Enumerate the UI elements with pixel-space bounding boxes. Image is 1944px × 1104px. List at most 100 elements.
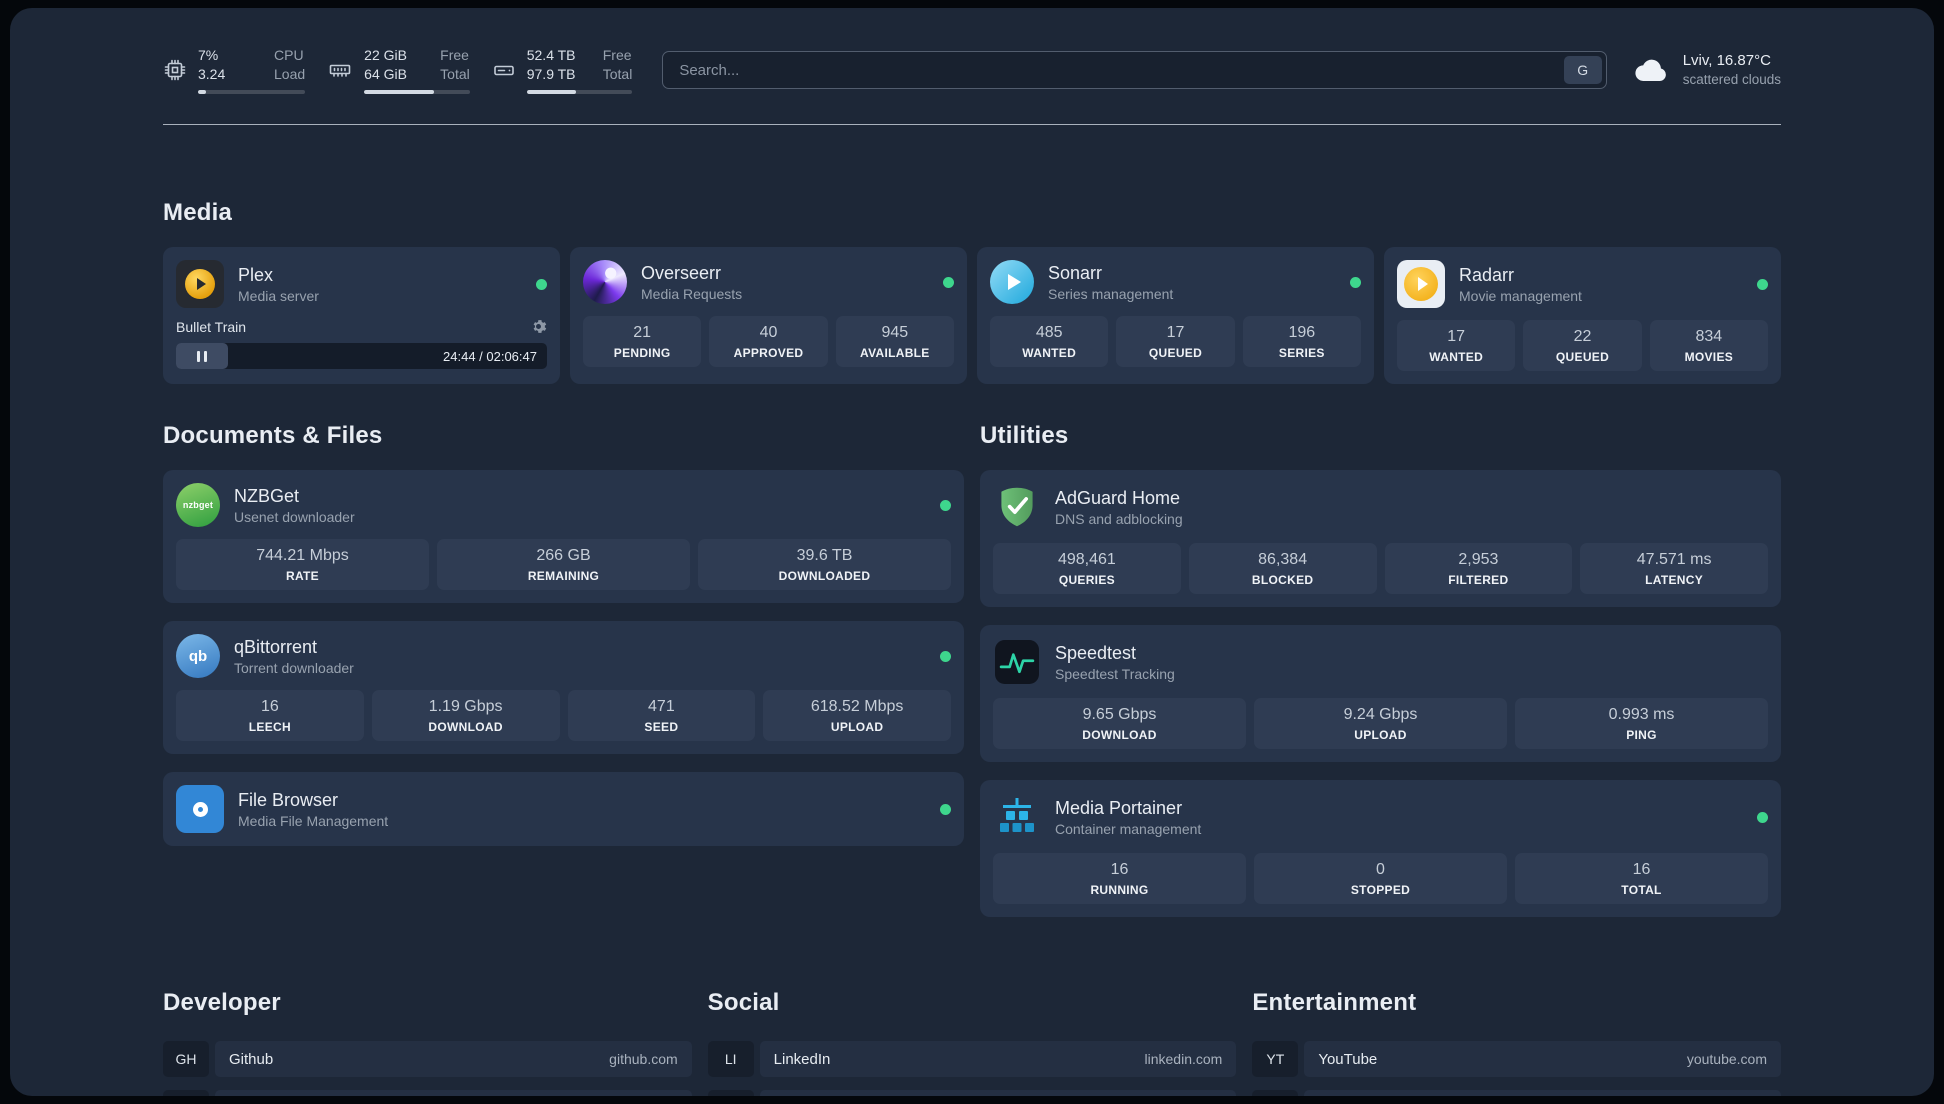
bookmark-url: linkedin.com bbox=[1144, 1051, 1223, 1067]
service-card-overseerr[interactable]: Overseerr Media Requests 21 PENDING 40 APPR… bbox=[570, 247, 967, 384]
disk-total-label: Total bbox=[602, 66, 633, 82]
stat-label: RATE bbox=[286, 569, 319, 583]
stat-label: SERIES bbox=[1278, 346, 1325, 360]
service-name: NZBGet bbox=[234, 486, 300, 506]
search-input[interactable] bbox=[662, 51, 1607, 89]
service-card-portainer[interactable]: Media Portainer Container management 16 R… bbox=[980, 780, 1781, 917]
stat-label: WANTED bbox=[1429, 350, 1484, 364]
stat-movies: 834 MOVIES bbox=[1649, 320, 1768, 371]
stat-upload: 9.24 Gbps UPLOAD bbox=[1254, 698, 1507, 749]
top-bar: 7% 3.24 CPU Load 22 GiB 64 GiB Free Tota… bbox=[163, 46, 1781, 94]
stat-value: 618.52 Mbps bbox=[810, 698, 904, 715]
stat-remaining: 266 GB REMAINING bbox=[437, 539, 690, 590]
stat-label: DOWNLOAD bbox=[428, 720, 503, 734]
stat-label: WANTED bbox=[1022, 346, 1077, 360]
bookmark-twitter[interactable]: TW Twittertwitter.com bbox=[707, 1090, 1237, 1096]
stat-label: DOWNLOADED bbox=[778, 569, 871, 583]
stat-download: 1.19 Gbps DOWNLOAD bbox=[371, 690, 560, 741]
stat-value: 39.6 TB bbox=[796, 547, 853, 564]
status-dot bbox=[1350, 276, 1361, 288]
bookmarks-grid: Developer GH Github github.com SO StackOverfl… bbox=[163, 989, 1781, 1096]
stat-blocked: 86,384 BLOCKED bbox=[1188, 543, 1377, 594]
bookmark-netflix[interactable]: NF Netflixnetflix.com bbox=[1252, 1090, 1781, 1096]
service-card-speedtest[interactable]: Speedtest Speedtest Tracking 9.65 Gbps DO… bbox=[980, 625, 1781, 762]
radarr-icon bbox=[1397, 260, 1445, 308]
stat-download: 9.65 Gbps DOWNLOAD bbox=[993, 698, 1246, 749]
cpu-icon bbox=[163, 58, 187, 82]
service-desc: Speedtest Tracking bbox=[1055, 666, 1175, 682]
stat-label: TOTAL bbox=[1621, 883, 1662, 897]
stat-rate: 744.21 Mbps RATE bbox=[176, 539, 429, 590]
service-name: Speedtest bbox=[1055, 643, 1137, 663]
stat-label: QUERIES bbox=[1058, 573, 1115, 587]
stat-label: DOWNLOAD bbox=[1082, 728, 1157, 742]
section-title-social: Social bbox=[707, 989, 780, 1016]
stat-value: 2,953 bbox=[1458, 551, 1499, 568]
bookmark-github[interactable]: GH Github github.com bbox=[163, 1041, 692, 1077]
section-title-media: Media bbox=[163, 199, 233, 226]
stat-label: BLOCKED bbox=[1251, 573, 1314, 587]
stat-running: 16 RUNNING bbox=[993, 853, 1246, 904]
service-name: Plex bbox=[238, 265, 274, 285]
service-card-qbittorrent[interactable]: qb qBittorrent Torrent downloader 16 LEEC… bbox=[163, 621, 964, 754]
bookmark-abbr: SO bbox=[163, 1090, 209, 1096]
cpu-label: CPU bbox=[274, 47, 304, 63]
bookmark-tile[interactable]: LinkedIn linkedin.com bbox=[759, 1041, 1237, 1077]
weather-widget: Lviv, 16.87°C scattered clouds bbox=[1633, 51, 1781, 89]
service-desc: Torrent downloader bbox=[234, 660, 354, 676]
stat-label: PING bbox=[1626, 728, 1657, 742]
service-name: File Browser bbox=[238, 790, 339, 810]
search-engine-button[interactable]: G bbox=[1563, 56, 1602, 84]
service-stats: 9.65 Gbps DOWNLOAD 9.24 Gbps UPLOAD 0.993 ms… bbox=[993, 698, 1768, 749]
bookmark-tile[interactable]: Github github.com bbox=[215, 1041, 692, 1077]
bookmark-tile[interactable]: Twittertwitter.com bbox=[759, 1090, 1237, 1096]
service-stats: 21 PENDING 40 APPROVED 945 AVAILABLE bbox=[583, 316, 954, 367]
gear-icon[interactable] bbox=[530, 318, 547, 335]
stat-value: 16 bbox=[260, 698, 279, 715]
service-card-radarr[interactable]: Radarr Movie management 17 WANTED 22 QUEUED… bbox=[1384, 247, 1781, 384]
status-dot bbox=[536, 278, 547, 290]
bookmark-name: Github bbox=[229, 1050, 274, 1068]
stat-pending: 21 PENDING bbox=[583, 316, 702, 367]
stat-value: 834 bbox=[1695, 328, 1723, 345]
service-card-sonarr[interactable]: Sonarr Series management 485 WANTED 17 QUEU… bbox=[977, 247, 1374, 384]
bookmark-youtube[interactable]: YT YouTube youtube.com bbox=[1252, 1041, 1781, 1077]
service-card-adguard[interactable]: AdGuard Home DNS and adblocking 498,461 Q… bbox=[980, 470, 1781, 607]
bookmark-group-developer: Developer GH Github github.com SO StackOverfl… bbox=[163, 989, 692, 1096]
bookmark-tile[interactable]: StackOverflowstackoverflow.com bbox=[215, 1090, 692, 1096]
bookmark-tile[interactable]: YouTube youtube.com bbox=[1304, 1041, 1781, 1077]
service-desc: Media File Management bbox=[238, 813, 389, 829]
stat-value: 485 bbox=[1035, 324, 1063, 341]
stat-label: LEECH bbox=[248, 720, 291, 734]
stat-total: 16 TOTAL bbox=[1515, 853, 1768, 904]
bookmark-url: youtube.com bbox=[1686, 1051, 1767, 1067]
disk-free-label: Free bbox=[602, 47, 632, 63]
disk-widget: 52.4 TB 97.9 TB Free Total bbox=[492, 46, 633, 94]
stat-label: AVAILABLE bbox=[860, 346, 930, 360]
service-card-filebrowser[interactable]: File Browser Media File Management bbox=[163, 772, 964, 846]
bookmark-tile[interactable]: Netflixnetflix.com bbox=[1304, 1090, 1781, 1096]
stat-value: 16 bbox=[1110, 861, 1129, 878]
bookmark-abbr: GH bbox=[163, 1041, 209, 1077]
bookmark-abbr: YT bbox=[1252, 1041, 1299, 1077]
stat-value: 945 bbox=[881, 324, 909, 341]
stat-label: LATENCY bbox=[1645, 573, 1704, 587]
status-dot bbox=[940, 499, 951, 511]
service-stats: 485 WANTED 17 QUEUED 196 SERIES bbox=[990, 316, 1361, 367]
system-info: 7% 3.24 CPU Load 22 GiB 64 GiB Free Tota… bbox=[163, 46, 633, 94]
qbittorrent-icon: qb bbox=[176, 634, 220, 678]
service-card-nzbget[interactable]: nzbget NZBGet Usenet downloader 744.21 M… bbox=[163, 470, 964, 603]
playback-progress-bar[interactable]: 24:44 / 02:06:47 bbox=[176, 343, 547, 369]
bookmark-linkedin[interactable]: LI LinkedIn linkedin.com bbox=[707, 1041, 1237, 1077]
stat-value: 196 bbox=[1288, 324, 1316, 341]
cpu-percent: 7% bbox=[198, 47, 219, 63]
service-card-plex[interactable]: Plex Media server Bullet Train 24:44 / 0… bbox=[163, 247, 560, 384]
service-name: Media Portainer bbox=[1055, 798, 1183, 818]
weather-condition: scattered clouds bbox=[1682, 72, 1781, 87]
bookmark-stackoverflow[interactable]: SO StackOverflowstackoverflow.com bbox=[163, 1090, 692, 1096]
pause-icon[interactable] bbox=[176, 343, 228, 369]
disk-usage-bar bbox=[526, 90, 633, 94]
stat-label: UPLOAD bbox=[1354, 728, 1407, 742]
weather-location: Lviv, 16.87°C bbox=[1682, 52, 1771, 69]
stat-value: 40 bbox=[759, 324, 778, 341]
